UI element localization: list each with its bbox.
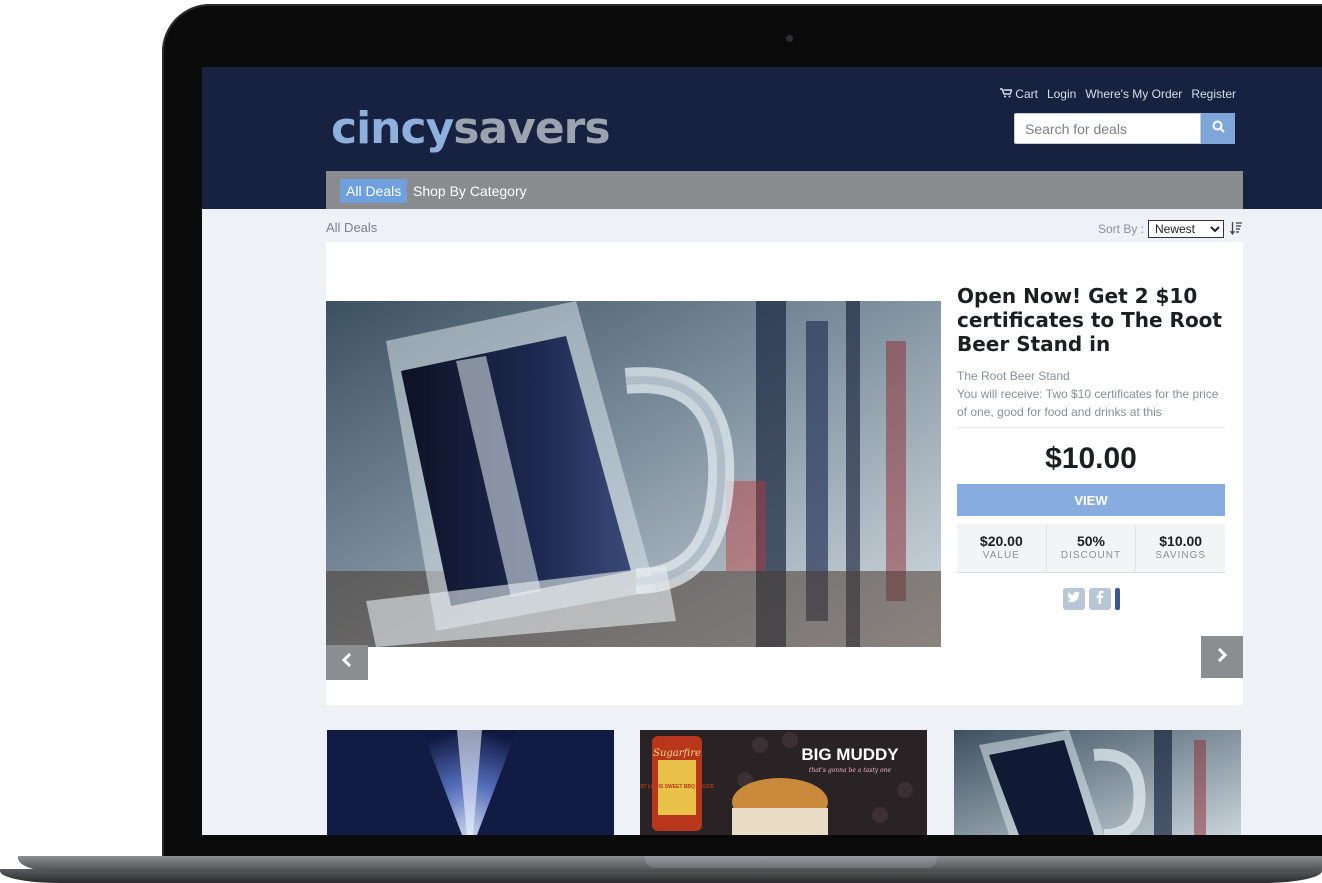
twitter-share-button[interactable] [1062,588,1085,610]
laptop-camera [786,35,793,42]
deal-price: $10.00 [1045,442,1137,475]
share-buttons [957,588,1225,610]
stat-discount-amount: 50% [1076,533,1106,549]
stat-savings: $10.00 SAVINGS [1136,524,1225,572]
featured-deal-image[interactable] [326,301,941,647]
sauce-brand-text: Sugarfire [653,748,701,759]
top-links: Cart Login Where's My Order Register [1000,87,1236,101]
share-more-button[interactable] [1114,588,1120,610]
cart-link[interactable]: Cart [1000,87,1038,101]
browser-screen: cincysavers Cart Login Where's My Order … [202,67,1322,835]
login-link[interactable]: Login [1047,87,1076,101]
sort-label: Sort By : [1097,222,1144,236]
carousel-prev-button[interactable] [326,645,368,680]
sort-select[interactable]: Newest [1148,220,1224,238]
deal-card-thumbnail[interactable] [327,730,614,835]
deal-title[interactable]: Open Now! Get 2 $10 certificates to The … [957,284,1225,356]
facebook-icon [1096,590,1104,609]
breadcrumb[interactable]: All Deals [326,220,377,235]
nav-all-deals[interactable]: All Deals [340,179,408,203]
cart-icon [1000,87,1014,101]
twitter-icon [1066,590,1081,608]
cart-label: Cart [1015,87,1038,101]
deal-description: You will receive: Two $10 certificates f… [957,387,1219,419]
deal-divider [957,427,1225,428]
carousel-next-button[interactable] [1201,636,1243,678]
main-nav: All Deals Shop By Category [326,171,1243,209]
stat-discount: 50% DISCOUNT [1047,524,1137,572]
site-logo[interactable]: cincysavers [331,103,611,154]
search-input[interactable] [1014,113,1201,144]
stat-value-label: VALUE [982,550,1020,561]
stat-savings-amount: $10.00 [1159,533,1203,549]
sauce-label-text: ST LOUIS SWEET BBQ SAUCE [640,784,714,790]
chevron-left-icon [341,652,353,672]
stat-value: $20.00 VALUE [957,524,1047,572]
site-header: cincysavers Cart Login Where's My Order … [202,67,1322,209]
sort-icon[interactable] [1230,221,1242,238]
search-button[interactable] [1201,113,1235,144]
view-deal-button[interactable]: VIEW [957,484,1225,516]
wheres-my-order-link[interactable]: Where's My Order [1085,87,1182,101]
logo-cincy: cincy [331,103,454,154]
stat-value-amount: $20.00 [979,533,1023,549]
featured-deal-carousel: Open Now! Get 2 $10 certificates to The … [326,242,1243,705]
deal-merchant: The Root Beer Stand [957,369,1070,383]
laptop-hinge-notch [645,856,937,868]
register-link[interactable]: Register [1191,87,1236,101]
deal-card-thumbnail[interactable]: Sugarfire ST LOUIS SWEET BBQ SAUCE BIG M… [640,730,927,835]
search-icon [1212,120,1225,138]
deal-card-thumbnail[interactable] [954,730,1241,835]
chevron-right-icon [1216,647,1228,667]
sort-control: Sort By : Newest [1098,220,1242,238]
big-muddy-tagline: that's gonna be a tasty one [809,767,892,774]
deal-details: Open Now! Get 2 $10 certificates to The … [957,284,1225,610]
facebook-share-button[interactable] [1088,588,1111,610]
stat-savings-label: SAVINGS [1155,550,1207,561]
nav-shop-by-category[interactable]: Shop By Category [407,179,533,203]
deal-stats: $20.00 VALUE 50% DISCOUNT $10.00 SAVINGS [957,524,1225,573]
logo-savers: savers [453,103,610,154]
big-muddy-text: BIG MUDDY [801,745,899,764]
stat-discount-label: DISCOUNT [1060,550,1122,561]
